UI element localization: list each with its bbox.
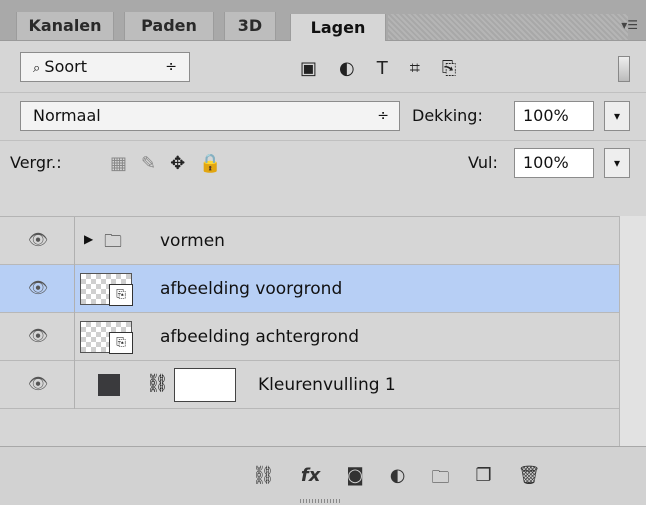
bottom-toolbar: ⛓ fx ◙ ◐ 🗀 ❐ 🗑 [0, 446, 646, 505]
fill-dropdown-button[interactable]: ▾ [604, 148, 630, 178]
layer-row-afbeelding-voorgrond[interactable]: 👁 ⎘ afbeelding voorgrond [0, 265, 620, 313]
bottom-icons: ⛓ fx ◙ ◐ 🗀 ❐ 🗑 [252, 465, 541, 495]
link-layers-icon[interactable]: ⛓ [252, 465, 275, 495]
lock-position-icon[interactable]: ✥ [170, 153, 185, 174]
divider [74, 313, 75, 361]
lock-icons: ▦ ✎ ✥ 🔒 [110, 153, 222, 174]
opacity-label: Dekking: [412, 106, 483, 125]
tab-kanalen[interactable]: Kanalen [16, 12, 114, 40]
blend-mode-select[interactable]: Normaal ÷ [20, 101, 400, 131]
search-icon: ⌕ [33, 61, 45, 76]
smart-object-badge-icon: ⎘ [109, 332, 133, 354]
lock-all-icon[interactable]: 🔒 [199, 153, 221, 174]
layer-name[interactable]: Kleurenvulling 1 [258, 361, 396, 409]
select-arrow-icon: ÷ [165, 59, 177, 75]
layer-name[interactable]: afbeelding voorgrond [160, 265, 342, 313]
layer-row-afbeelding-achtergrond[interactable]: 👁 ⎘ afbeelding achtergrond [0, 313, 620, 361]
layer-row-vormen[interactable]: 👁 ▶ 🗀 vormen [0, 217, 620, 265]
fill-label: Vul: [468, 153, 498, 172]
folder-icon: 🗀 [104, 231, 122, 252]
tab-lagen[interactable]: Lagen [290, 14, 386, 41]
tab-paden[interactable]: Paden [124, 12, 214, 40]
filter-smart-object-icon[interactable]: ⎘ [442, 58, 456, 79]
lock-row: Vergr.: ▦ ✎ ✥ 🔒 Vul: 100% ▾ [0, 140, 646, 185]
tab-bar-drag-area[interactable] [388, 14, 628, 40]
filter-kind-label: Soort [44, 57, 88, 76]
blend-row: Normaal ÷ Dekking: 100% ▾ [0, 92, 646, 137]
layer-list-scrollbar[interactable] [619, 216, 646, 446]
opacity-dropdown-button[interactable]: ▾ [604, 101, 630, 131]
new-adjustment-icon[interactable]: ◐ [390, 465, 406, 495]
opacity-input[interactable]: 100% [514, 101, 594, 131]
layer-name[interactable]: afbeelding achtergrond [160, 313, 359, 361]
lock-transparency-icon[interactable]: ▦ [110, 153, 127, 174]
filter-shape-icon[interactable]: ⌗ [410, 58, 420, 79]
filter-icons: ▣ ◐ T ⌗ ⎘ [300, 58, 456, 79]
filter-row: ⌕ Soort ÷ ▣ ◐ T ⌗ ⎘ [0, 46, 646, 86]
layer-mask-thumbnail[interactable] [174, 368, 236, 402]
delete-layer-icon[interactable]: 🗑 [518, 465, 541, 495]
layers-panel: Kanalen Paden 3D Lagen ▾☰ ⌕ Soort ÷ ▣ ◐ … [0, 0, 646, 505]
new-layer-icon[interactable]: ❐ [476, 465, 492, 495]
filter-adjustment-icon[interactable]: ◐ [339, 58, 355, 79]
visibility-eye-icon[interactable]: 👁 [18, 326, 58, 348]
tab-3d[interactable]: 3D [224, 12, 276, 40]
smart-object-badge-icon: ⎘ [109, 284, 133, 306]
select-arrow-icon: ÷ [377, 108, 389, 124]
layer-thumbnail: ⎘ [80, 321, 133, 354]
lock-label: Vergr.: [10, 153, 62, 172]
filter-kind-select[interactable]: ⌕ Soort ÷ [20, 52, 190, 82]
fill-color-swatch[interactable] [98, 374, 120, 396]
filter-pixel-icon[interactable]: ▣ [300, 58, 317, 79]
layer-name[interactable]: vormen [160, 217, 225, 265]
divider [74, 217, 75, 265]
panel-tab-bar: Kanalen Paden 3D Lagen ▾☰ [0, 0, 646, 41]
divider [74, 265, 75, 313]
filter-toggle-switch[interactable] [618, 56, 630, 82]
visibility-eye-icon[interactable]: 👁 [18, 374, 58, 396]
lock-pixels-icon[interactable]: ✎ [141, 153, 156, 174]
new-group-icon[interactable]: 🗀 [432, 465, 450, 495]
resize-grip[interactable] [300, 499, 340, 503]
blend-mode-label: Normaal [33, 106, 101, 125]
panel-menu-icon[interactable]: ▾☰ [621, 18, 638, 32]
visibility-eye-icon[interactable]: 👁 [18, 278, 58, 300]
fx-icon[interactable]: fx [301, 465, 320, 495]
chain-link-icon[interactable]: ⛓ [146, 373, 169, 394]
layer-list: 👁 ▶ 🗀 vormen 👁 ⎘ afbeelding voorgrond 👁 … [0, 216, 620, 447]
layer-row-kleurenvulling[interactable]: 👁 ⛓ Kleurenvulling 1 [0, 361, 620, 409]
expand-triangle-icon[interactable]: ▶ [84, 232, 93, 246]
visibility-eye-icon[interactable]: 👁 [18, 230, 58, 252]
filter-type-icon[interactable]: T [377, 58, 388, 79]
divider [74, 361, 75, 409]
layer-thumbnail: ⎘ [80, 273, 133, 306]
add-mask-icon[interactable]: ◙ [346, 465, 363, 495]
fill-input[interactable]: 100% [514, 148, 594, 178]
